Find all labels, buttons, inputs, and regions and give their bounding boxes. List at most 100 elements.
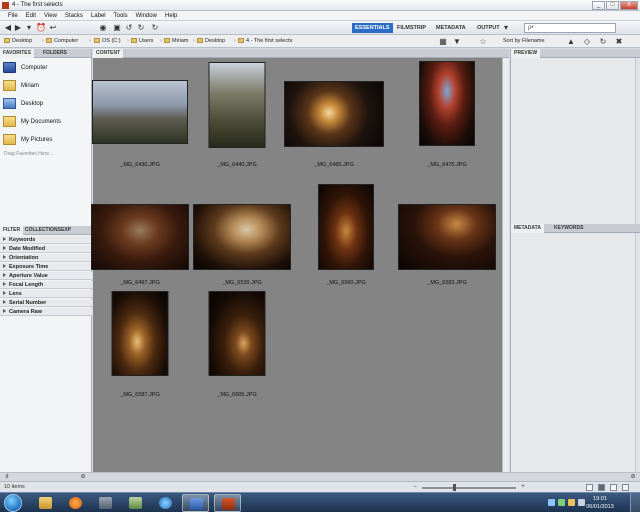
start-button[interactable] — [4, 494, 22, 512]
return-icon[interactable]: ↩ — [48, 23, 58, 33]
favorite-miriam[interactable]: Miriam — [3, 79, 39, 93]
chevron-down-icon[interactable]: ▾ — [24, 23, 34, 33]
thumbnail-image-dark-corner-candle[interactable] — [208, 291, 266, 376]
minimize-button[interactable]: _ — [592, 1, 605, 10]
thumbnail-image-stained-glass[interactable] — [419, 61, 475, 146]
grid-view-icon[interactable]: ▦ — [438, 37, 448, 47]
workspace-metadata[interactable]: METADATA — [433, 23, 469, 33]
workspace-output[interactable]: OUTPUT — [474, 23, 503, 33]
taskbar-internet-explorer[interactable] — [152, 494, 179, 512]
menu-file[interactable]: File — [4, 11, 22, 20]
thumbnail-image-church-interior-candles[interactable] — [91, 204, 189, 270]
thumbnail[interactable]: _MG_6475.JPG — [399, 58, 495, 174]
forward-icon[interactable]: ▶ — [13, 23, 23, 33]
filter-serial-number[interactable]: Serial Number — [0, 299, 92, 307]
crumb-os-drive[interactable]: OS (C:) — [94, 35, 121, 48]
menu-edit[interactable]: Edit — [22, 11, 40, 20]
show-desktop-button[interactable] — [630, 493, 640, 512]
tab-favorites[interactable]: FAVORITES — [0, 49, 34, 58]
search-input[interactable]: ρ• — [524, 23, 616, 33]
taskbar-word[interactable] — [182, 494, 209, 512]
filter-focal-length[interactable]: Focal Length — [0, 281, 92, 289]
view-details-button[interactable] — [610, 484, 617, 491]
favorite-desktop[interactable]: Desktop — [3, 97, 43, 111]
thumbnail-size-slider[interactable] — [422, 487, 516, 489]
new-folder-icon[interactable]: ◇ — [582, 37, 592, 47]
rotate-left-icon[interactable]: ↺ — [124, 23, 134, 33]
menu-window[interactable]: Window — [132, 11, 161, 20]
filter-aperture-value[interactable]: Aperture Value — [0, 272, 92, 280]
thumbnail-image-congregation-candles[interactable] — [398, 204, 496, 270]
view-thumbnails-button[interactable] — [598, 484, 605, 491]
star-rating-icon[interactable]: ☆ — [478, 37, 488, 47]
refine-icon[interactable]: ▣ — [112, 23, 122, 33]
filter-date-modified[interactable]: Date Modified — [0, 245, 92, 253]
close-button[interactable]: X — [620, 1, 638, 10]
menu-label[interactable]: Label — [87, 11, 110, 20]
menu-help[interactable]: Help — [161, 11, 181, 20]
view-list-button[interactable] — [622, 484, 629, 491]
thumbnail[interactable]: _MG_6560.JPG — [298, 178, 394, 294]
crumb-users[interactable]: Users — [131, 35, 153, 48]
sort-order-icon[interactable]: ▲ — [566, 37, 576, 47]
filter-orientation[interactable]: Orientation — [0, 254, 92, 262]
metadata-scrollbar[interactable] — [635, 233, 640, 472]
crumb-computer[interactable]: Computer — [46, 35, 78, 48]
sort-dropdown[interactable]: Sort by Filename — [503, 35, 545, 48]
favorite-my-pictures[interactable]: My Pictures — [3, 133, 52, 147]
recent-folders-icon[interactable]: ⏰ — [36, 23, 46, 33]
view-grid-lock-button[interactable] — [586, 484, 593, 491]
workspace-menu-icon[interactable]: ▾ — [501, 23, 511, 33]
thumbnail-image-arch-candles[interactable] — [318, 184, 374, 270]
tray-network-icon[interactable] — [558, 499, 565, 506]
zoom-out-icon[interactable]: − — [410, 482, 420, 492]
tab-preview[interactable]: PREVIEW — [511, 49, 541, 58]
tab-export[interactable]: EXP — [58, 226, 74, 235]
thumbnail-image-church-exterior-dusk[interactable] — [92, 80, 188, 144]
tab-folders[interactable]: FOLDERS — [40, 49, 70, 58]
filter-icon[interactable]: ▼ — [452, 37, 462, 47]
filter-exposure-time[interactable]: Exposure Time — [0, 263, 92, 271]
thumbnail[interactable]: _MG_6587.JPG — [92, 286, 188, 402]
crumb-desktop[interactable]: Desktop — [4, 35, 32, 48]
menu-view[interactable]: View — [40, 11, 61, 20]
thumbnail-image-church-exterior-day[interactable] — [208, 62, 266, 148]
tab-keywords[interactable]: KEYWORDS — [551, 224, 586, 233]
tab-filter[interactable]: FILTER — [0, 226, 24, 235]
workspace-essentials[interactable]: ESSENTIALS — [352, 23, 393, 33]
taskbar-network[interactable] — [92, 494, 119, 512]
delete-icon[interactable]: ✖ — [614, 37, 624, 47]
thumbnail-image-hymn-sheet-candle[interactable] — [193, 204, 291, 270]
thumbnail[interactable]: _MG_6583.JPG — [398, 192, 496, 308]
camera-icon[interactable]: ◉ — [98, 23, 108, 33]
thumbnail-image-lantern-window[interactable] — [284, 81, 384, 147]
taskbar-explorer[interactable] — [32, 494, 59, 512]
thumbnail[interactable]: _MG_6440.JPG — [189, 58, 285, 174]
favorite-computer[interactable]: Computer — [3, 61, 47, 75]
rotate-right-icon[interactable]: ↻ — [136, 23, 146, 33]
clock[interactable]: 19:01 06/01/2013 — [578, 495, 622, 511]
favorite-my-documents[interactable]: My Documents — [3, 115, 61, 129]
filter-keywords[interactable]: Keywords — [0, 236, 92, 244]
workspace-filmstrip[interactable]: FILMSTRIP — [394, 23, 429, 33]
menu-tools[interactable]: Tools — [110, 11, 132, 20]
tray-flag-icon[interactable] — [568, 499, 575, 506]
slider-handle[interactable] — [453, 484, 456, 491]
thumbnail-image-candle-niche[interactable] — [111, 291, 169, 376]
taskbar-media-player[interactable] — [62, 494, 89, 512]
menu-stacks[interactable]: Stacks — [61, 11, 87, 20]
back-icon[interactable]: ◀ — [3, 23, 13, 33]
thumbnail[interactable]: _MG_6465.JPG — [284, 58, 384, 174]
refresh-icon[interactable]: ↻ — [598, 37, 608, 47]
tab-content[interactable]: CONTENT — [93, 49, 124, 58]
zoom-in-icon[interactable]: + — [518, 482, 528, 492]
filter-lens[interactable]: Lens — [0, 290, 92, 298]
tray-arrow-icon[interactable] — [548, 499, 555, 506]
open-icon[interactable]: ↻ — [150, 23, 160, 33]
thumbnail[interactable]: _MG_6430.JPG — [92, 58, 188, 174]
crumb-current-folder[interactable]: 4 - The first selects — [238, 35, 292, 48]
taskbar-users[interactable] — [122, 494, 149, 512]
content-scrollbar[interactable] — [502, 58, 509, 473]
thumbnail[interactable]: _MG_6605.JPG — [189, 286, 285, 402]
filter-camera-raw[interactable]: Camera Raw — [0, 308, 92, 316]
